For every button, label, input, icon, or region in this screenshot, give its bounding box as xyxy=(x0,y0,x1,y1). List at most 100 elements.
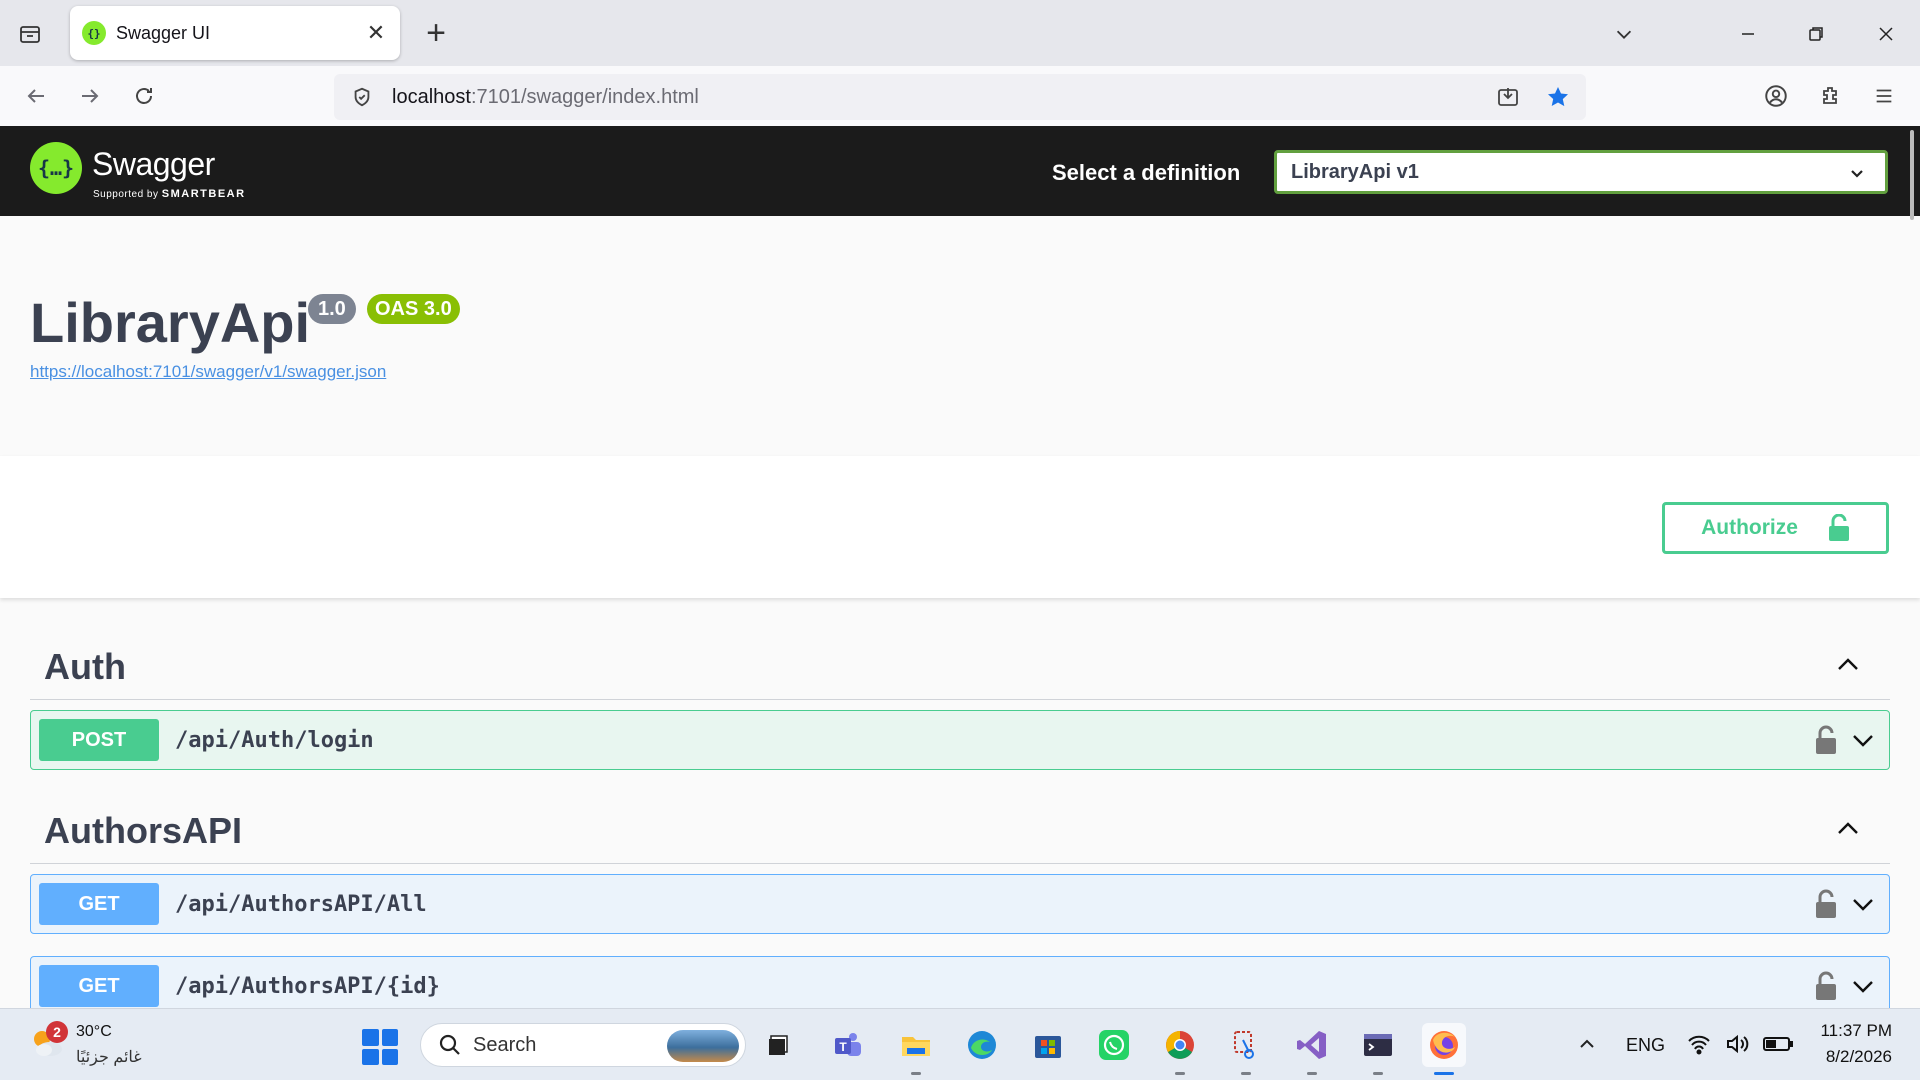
clock-date[interactable]: 8/2/2026 xyxy=(1812,1047,1892,1067)
definition-select[interactable]: LibraryApi v1 xyxy=(1274,150,1888,194)
tag-authorsapi[interactable]: AuthorsAPI xyxy=(30,792,1890,864)
browser-nav-bar: localhost:7101/swagger/index.html xyxy=(0,66,1920,126)
version-badge: 1.0 xyxy=(308,294,356,324)
weather-description[interactable]: غائم جزئيًا xyxy=(76,1047,142,1067)
back-icon[interactable] xyxy=(20,80,52,112)
tab-title: Swagger UI xyxy=(116,22,211,43)
visual-studio-icon[interactable] xyxy=(1290,1023,1334,1075)
api-title: LibraryApi xyxy=(30,291,311,354)
running-indicator xyxy=(911,1072,921,1075)
authorize-button[interactable]: Authorize xyxy=(1662,502,1889,554)
opblock-get-authors-all[interactable]: GET /api/AuthorsAPI/All xyxy=(30,874,1890,934)
lock-icon[interactable] xyxy=(1815,889,1837,924)
taskbar-search[interactable]: Search xyxy=(420,1023,746,1067)
url-text[interactable]: localhost:7101/swagger/index.html xyxy=(392,86,699,109)
swagger-brand[interactable]: Swagger xyxy=(92,146,215,183)
chevron-down-icon[interactable] xyxy=(1849,727,1877,760)
page-save-icon[interactable] xyxy=(1492,81,1524,113)
lock-icon[interactable] xyxy=(1815,725,1837,760)
new-tab-icon[interactable]: + xyxy=(418,14,454,53)
shield-icon[interactable] xyxy=(346,81,378,113)
supported-by-text: Supported by SMARTBEAR xyxy=(93,188,246,200)
method-badge-get: GET xyxy=(39,965,159,1007)
page-scrollbar[interactable] xyxy=(1910,130,1914,220)
supported-by-label: Supported by xyxy=(93,189,159,200)
url-path: :7101/swagger/index.html xyxy=(470,85,699,108)
edge-icon[interactable] xyxy=(960,1023,1004,1067)
weather-notification-badge: 2 xyxy=(46,1021,68,1043)
battery-icon[interactable] xyxy=(1762,1031,1794,1057)
show-hidden-icons-icon[interactable] xyxy=(1576,1033,1598,1060)
tag-title-authorsapi: AuthorsAPI xyxy=(44,810,242,851)
browser-tab-swagger[interactable]: {} Swagger UI ✕ xyxy=(70,6,400,60)
swagger-logo-icon[interactable]: {…} xyxy=(30,142,82,194)
running-indicator xyxy=(1373,1072,1383,1075)
opblock-post-auth-login[interactable]: POST /api/Auth/login xyxy=(30,710,1890,770)
menu-icon[interactable] xyxy=(1868,80,1900,112)
bookmark-star-icon[interactable] xyxy=(1542,81,1574,113)
snipping-tool-icon[interactable] xyxy=(1224,1023,1268,1075)
method-badge-get: GET xyxy=(39,883,159,925)
extensions-icon[interactable] xyxy=(1814,80,1846,112)
search-highlight-image xyxy=(667,1030,739,1062)
clock-time[interactable]: 11:37 PM xyxy=(1812,1021,1892,1041)
method-badge-post: POST xyxy=(39,719,159,761)
tag-title-auth: Auth xyxy=(44,646,126,687)
running-indicator xyxy=(1175,1072,1185,1075)
weather-temperature[interactable]: 30°C xyxy=(76,1023,112,1041)
terminal-icon[interactable] xyxy=(1356,1023,1400,1075)
svg-text:T: T xyxy=(839,1040,847,1054)
task-view-icon[interactable] xyxy=(758,1023,802,1067)
search-label: Search xyxy=(473,1033,537,1056)
chrome-icon[interactable] xyxy=(1158,1023,1202,1075)
scheme-container: Authorize xyxy=(0,456,1920,598)
operation-path: /api/AuthorsAPI/All xyxy=(175,891,427,917)
input-language[interactable]: ENG xyxy=(1626,1035,1665,1056)
tab-close-icon[interactable]: ✕ xyxy=(364,20,388,46)
definition-value: LibraryApi v1 xyxy=(1291,160,1419,183)
lock-icon[interactable] xyxy=(1815,971,1837,1006)
taskbar: 2 30°C غائم جزئيًا Search T ENG 11:37 PM… xyxy=(0,1008,1920,1080)
opblock-get-authors-id[interactable]: GET /api/AuthorsAPI/{id} xyxy=(30,956,1890,1016)
swagger-topbar: {…} Swagger Supported by SMARTBEAR Selec… xyxy=(0,126,1920,216)
chevron-up-icon[interactable] xyxy=(1834,814,1862,847)
swagger-favicon-icon: {} xyxy=(82,21,106,45)
lock-open-icon xyxy=(1828,514,1849,541)
browser-tab-strip: {} Swagger UI ✕ + xyxy=(0,0,1920,66)
microsoft-store-icon[interactable] xyxy=(1026,1023,1070,1067)
chevron-down-icon xyxy=(1847,163,1867,189)
wifi-icon[interactable] xyxy=(1686,1031,1712,1057)
volume-icon[interactable] xyxy=(1724,1031,1750,1057)
reload-icon[interactable] xyxy=(128,80,160,112)
minimize-icon[interactable] xyxy=(1728,16,1768,52)
forward-icon[interactable] xyxy=(74,80,106,112)
chevron-up-icon[interactable] xyxy=(1834,650,1862,683)
search-icon xyxy=(435,1030,465,1060)
api-info-section: LibraryApi 1.0 OAS 3.0 https://localhost… xyxy=(0,216,1920,456)
windows-start-icon[interactable] xyxy=(362,1029,398,1065)
active-indicator xyxy=(1434,1072,1454,1075)
operation-path: /api/AuthorsAPI/{id} xyxy=(175,973,440,999)
tab-list-icon[interactable] xyxy=(14,18,46,50)
running-indicator xyxy=(1241,1072,1251,1075)
whatsapp-icon[interactable] xyxy=(1092,1023,1136,1067)
url-bar[interactable]: localhost:7101/swagger/index.html xyxy=(334,74,1586,120)
authorize-label: Authorize xyxy=(1701,516,1798,539)
chevron-down-icon[interactable] xyxy=(1849,973,1877,1006)
list-all-tabs-icon[interactable] xyxy=(1604,16,1644,52)
tag-auth[interactable]: Auth xyxy=(30,628,1890,700)
select-definition-label: Select a definition xyxy=(1052,160,1241,185)
file-explorer-icon[interactable] xyxy=(894,1023,938,1075)
swagger-json-link[interactable]: https://localhost:7101/swagger/v1/swagge… xyxy=(30,362,386,382)
url-host: localhost xyxy=(392,85,471,108)
running-indicator xyxy=(1307,1072,1317,1075)
account-icon[interactable] xyxy=(1760,80,1792,112)
teams-icon[interactable]: T xyxy=(826,1023,870,1067)
close-window-icon[interactable] xyxy=(1866,16,1906,52)
firefox-icon[interactable] xyxy=(1422,1023,1466,1075)
chevron-down-icon[interactable] xyxy=(1849,891,1877,924)
smartbear-label: SMARTBEAR xyxy=(161,188,246,200)
restore-icon[interactable] xyxy=(1796,16,1836,52)
oas-badge: OAS 3.0 xyxy=(367,294,460,324)
operation-path: /api/Auth/login xyxy=(175,727,374,753)
